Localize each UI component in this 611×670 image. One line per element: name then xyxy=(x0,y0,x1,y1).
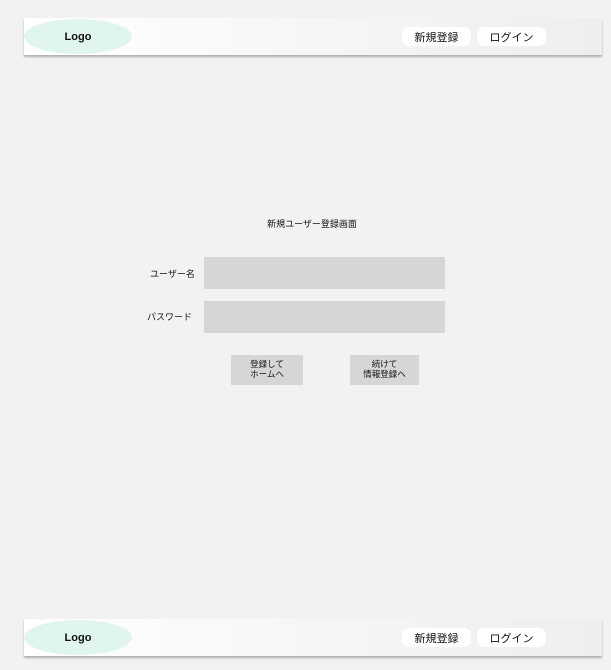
header-register-button[interactable]: 新規登録 xyxy=(402,27,471,46)
username-input[interactable] xyxy=(204,257,445,289)
page-title: 新規ユーザー登録画面 xyxy=(267,220,357,230)
register-home-line1: 登録して xyxy=(250,360,284,370)
password-label: パスワード xyxy=(147,313,193,323)
register-home-line2: ホームへ xyxy=(250,370,284,380)
password-input[interactable] xyxy=(204,301,445,333)
header-bar: Logo 新規登録 ログイン xyxy=(24,18,602,55)
continue-to-info-registration-button[interactable]: 続けて 情報登録へ xyxy=(350,355,419,385)
header-logo[interactable]: Logo xyxy=(24,19,132,54)
page: Logo 新規登録 ログイン 新規ユーザー登録画面 ユーザー名 パスワード 登録… xyxy=(0,0,611,670)
header-login-button[interactable]: ログイン xyxy=(477,27,546,46)
continue-line1: 続けて xyxy=(371,360,398,370)
footer-logo[interactable]: Logo xyxy=(24,620,132,655)
continue-line2: 情報登録へ xyxy=(363,370,406,380)
footer-bar: Logo 新規登録 ログイン xyxy=(24,619,602,656)
footer-login-button[interactable]: ログイン xyxy=(477,628,546,647)
username-label: ユーザー名 xyxy=(150,270,195,280)
register-and-go-home-button[interactable]: 登録して ホームへ xyxy=(231,355,303,385)
footer-register-button[interactable]: 新規登録 xyxy=(402,628,471,647)
